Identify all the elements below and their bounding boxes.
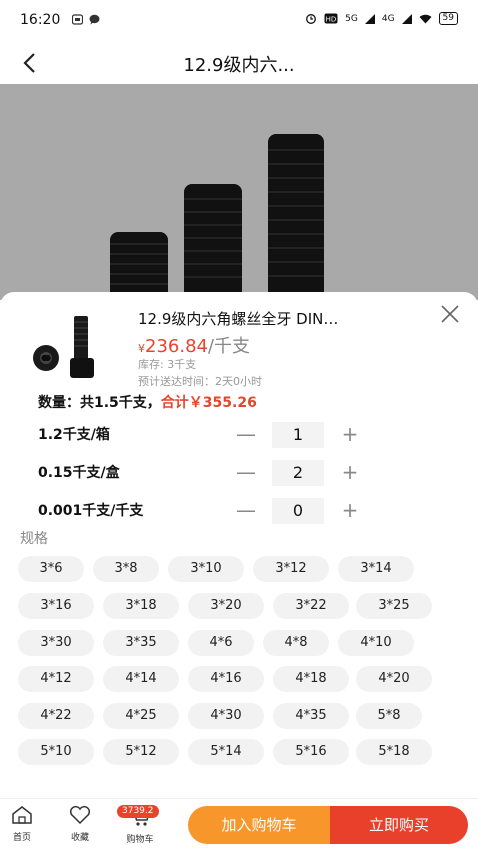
increase-button[interactable]: +	[340, 460, 360, 486]
app-notification-icon	[72, 14, 83, 25]
spec-option[interactable]: 3*16	[18, 593, 94, 619]
decrease-button[interactable]: —	[236, 460, 256, 486]
increase-button[interactable]: +	[340, 498, 360, 524]
heart-icon	[69, 805, 91, 825]
chat-notification-icon	[89, 14, 100, 25]
price-row: ¥236.84/千支	[138, 332, 250, 358]
add-to-cart-button[interactable]: 加入购物车	[188, 806, 330, 844]
spec-option[interactable]: 3*18	[103, 593, 179, 619]
screw-thumbnail-image	[26, 308, 114, 384]
status-time: 16:20	[20, 12, 61, 28]
quantity-input[interactable]: 1	[272, 422, 324, 448]
product-name: 12.9级内六角螺丝全牙 DIN…	[138, 310, 339, 328]
page-title: 12.9级内六...	[183, 55, 295, 76]
spec-option[interactable]: 4*25	[103, 703, 179, 729]
product-spec-screen: 16:20 HD 5G 4G 59 12.9级内六... 12.9级内六角螺丝全…	[0, 0, 478, 850]
network-5g-label: 5G	[345, 13, 358, 24]
product-hero-image[interactable]	[0, 84, 478, 300]
tab-favorite-label: 收藏	[70, 833, 89, 843]
quantity-label: 0.001千支/千支	[38, 503, 144, 519]
spec-option[interactable]: 3*30	[18, 630, 94, 656]
spec-option[interactable]: 5*12	[103, 739, 179, 765]
buy-now-button[interactable]: 立即购买	[330, 806, 468, 844]
spec-option[interactable]: 4*20	[356, 666, 432, 692]
decrease-button[interactable]: —	[236, 498, 256, 524]
spec-section-title: 规格	[20, 531, 48, 547]
tab-cart-label: 购物车	[126, 835, 154, 845]
spec-option[interactable]: 3*35	[103, 630, 179, 656]
signal-icon-2	[401, 13, 412, 24]
spec-option[interactable]: 3*14	[338, 556, 414, 582]
tab-home-label: 首页	[12, 833, 31, 843]
wifi-icon	[419, 14, 432, 23]
spec-option[interactable]: 4*22	[18, 703, 94, 729]
spec-option[interactable]: 4*18	[273, 666, 349, 692]
quantity-input[interactable]: 2	[272, 460, 324, 486]
alarm-icon	[306, 14, 317, 24]
spec-option[interactable]: 4*8	[263, 630, 329, 656]
spec-option[interactable]: 4*10	[338, 630, 414, 656]
quantity-summary: 数量：共1.5千支，合计￥355.26	[38, 392, 257, 412]
spec-option[interactable]: 5*8	[356, 703, 422, 729]
spec-selection-sheet: 12.9级内六角螺丝全牙 DIN… ¥236.84/千支 库存: 3千支 预计送…	[0, 292, 478, 798]
spec-option[interactable]: 3*25	[356, 593, 432, 619]
spec-option[interactable]: 3*6	[18, 556, 84, 582]
spec-option[interactable]: 3*12	[253, 556, 329, 582]
stock-text: 库存: 3千支	[138, 358, 197, 371]
spec-option[interactable]: 4*16	[188, 666, 264, 692]
quantity-row-box: 1.2千支/箱 — 1 +	[38, 422, 458, 450]
quantity-label: 0.15千支/盒	[38, 465, 120, 481]
quantity-row-unit: 0.001千支/千支 — 0 +	[38, 498, 458, 526]
screw-photo	[0, 84, 478, 300]
status-bar: 16:20 HD 5G 4G 59	[0, 0, 478, 40]
tab-favorite[interactable]: 收藏	[60, 805, 100, 843]
summary-quantity: 数量：共1.5千支，	[38, 395, 161, 411]
spec-option[interactable]: 4*30	[188, 703, 264, 729]
summary-total: 合计￥355.26	[160, 395, 257, 411]
notification-icons	[72, 14, 100, 25]
spec-option[interactable]: 3*20	[188, 593, 264, 619]
spec-option[interactable]: 5*14	[188, 739, 264, 765]
close-button[interactable]	[436, 300, 464, 328]
quantity-label: 1.2千支/箱	[38, 427, 110, 443]
cart-count-badge: 3739.2	[117, 805, 159, 818]
spec-option[interactable]: 5*18	[356, 739, 432, 765]
delivery-time-text: 预计送达时间：2天0小时	[138, 375, 262, 388]
spec-option[interactable]: 3*10	[168, 556, 244, 582]
home-icon	[12, 806, 32, 824]
currency-symbol: ¥	[138, 342, 145, 355]
price-unit: /千支	[207, 336, 251, 357]
increase-button[interactable]: +	[340, 422, 360, 448]
hd-icon: HD	[324, 13, 338, 24]
quantity-row-pack: 0.15千支/盒 — 2 +	[38, 460, 458, 488]
spec-option[interactable]: 4*6	[188, 630, 254, 656]
spec-option[interactable]: 5*10	[18, 739, 94, 765]
bottom-action-bar: 首页 收藏 购物车 3739.2 加入购物车 立即购买	[0, 798, 478, 850]
spec-option[interactable]: 4*35	[273, 703, 349, 729]
network-4g-label: 4G	[381, 13, 395, 24]
status-right: HD 5G 4G 59	[305, 12, 458, 25]
close-icon	[441, 305, 459, 323]
signal-icon	[364, 13, 375, 24]
battery-icon: 59	[438, 12, 458, 25]
spec-option[interactable]: 5*16	[273, 739, 349, 765]
nav-bar: 12.9级内六...	[0, 40, 478, 84]
spec-option[interactable]: 4*12	[18, 666, 94, 692]
spec-option[interactable]: 4*14	[103, 666, 179, 692]
price-value: 236.84	[145, 336, 208, 357]
decrease-button[interactable]: —	[236, 422, 256, 448]
spec-option[interactable]: 3*8	[93, 556, 159, 582]
product-thumbnail	[26, 308, 114, 384]
quantity-input[interactable]: 0	[272, 498, 324, 524]
svg-text:HD: HD	[326, 15, 337, 23]
spec-option[interactable]: 3*22	[273, 593, 349, 619]
tab-home[interactable]: 首页	[2, 805, 42, 843]
